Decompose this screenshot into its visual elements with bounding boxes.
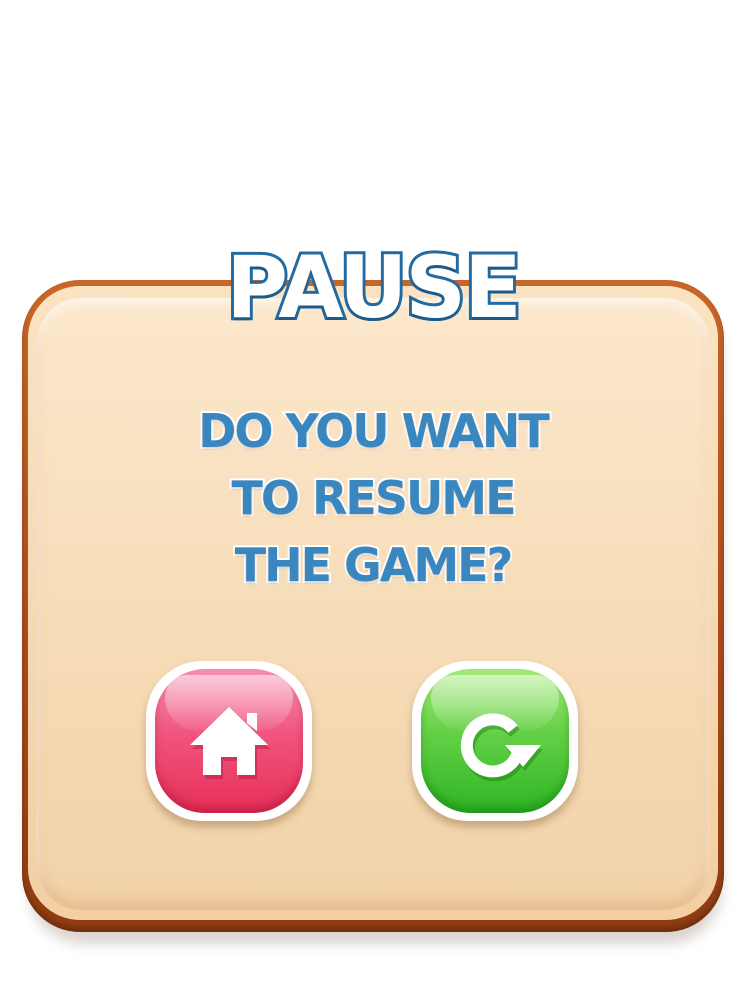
dialog-title: PAUSE bbox=[223, 235, 524, 341]
pause-dialog bbox=[36, 298, 710, 910]
restart-button[interactable] bbox=[412, 661, 578, 821]
home-icon bbox=[190, 707, 270, 779]
message-line: TO RESUME bbox=[229, 469, 518, 527]
home-button-face bbox=[155, 669, 303, 813]
restart-button-face bbox=[421, 669, 569, 813]
message-line: THE GAME? bbox=[233, 536, 516, 594]
dialog-message: DO YOU WANT TO RESUME THE GAME? bbox=[0, 398, 746, 599]
restart-icon bbox=[460, 713, 543, 782]
home-button[interactable] bbox=[146, 661, 312, 821]
message-line: DO YOU WANT bbox=[196, 402, 552, 460]
